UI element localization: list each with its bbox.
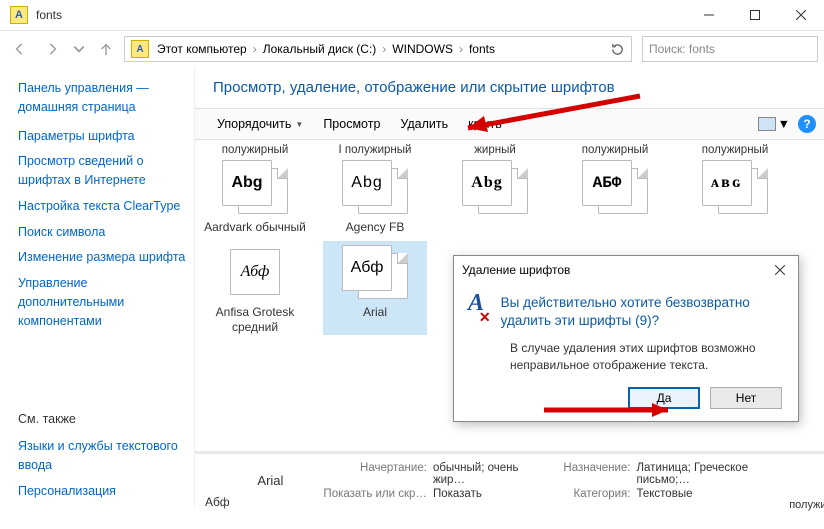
chevron-right-icon: › [457,42,465,56]
sidebar-link[interactable]: Параметры шрифта [18,127,192,146]
sidebar-home-link[interactable]: Панель управления — домашняя страница [18,79,192,117]
chevron-down-icon: ▼ [295,120,303,129]
view-icon [758,117,776,131]
font-name: Arial [323,305,427,320]
details-thumb: Абф [205,461,247,501]
address-bar[interactable]: A Этот компьютер› Локальный диск (C:)› W… [124,36,632,62]
view-button[interactable]: Просмотр [313,109,390,139]
variant-label: I полужирный [323,144,427,156]
details-label: Показать или скр… [323,488,427,500]
search-input[interactable]: Поиск: fonts [642,36,818,62]
toolbar: Упорядочить▼ Просмотр Удалить крыть ▼ ? [195,108,824,140]
no-button[interactable]: Нет [710,387,782,409]
nav-forward-button[interactable] [38,35,66,63]
search-placeholder: Поиск: fonts [649,42,715,56]
nav-row: A Этот компьютер› Локальный диск (C:)› W… [0,31,824,67]
font-item[interactable]: Абф [222,245,288,299]
yes-button[interactable]: Да [628,387,700,409]
close-button[interactable] [778,0,824,30]
dialog-note: В случае удаления этих шрифтов возможно … [510,340,784,372]
refresh-button[interactable] [605,43,629,56]
folder-icon: A [131,40,149,58]
breadcrumb[interactable]: Локальный диск (C:) [259,42,381,56]
confirm-dialog: Удаление шрифтов A✕ Вы действительно хот… [453,255,799,422]
dialog-message: Вы действительно хотите безвозвратно уда… [501,294,784,330]
nav-history-button[interactable] [70,35,88,63]
sidebar-link[interactable]: Управление дополнительными компонентами [18,274,192,330]
details-label: Категория: [563,488,630,500]
details-value: Показать [433,488,545,500]
font-name: Agency FB [323,220,427,235]
organize-button[interactable]: Упорядочить▼ [207,109,313,139]
details-value: Текстовые [636,488,796,500]
variant-label: полужирный [683,144,787,156]
sidebar-link[interactable]: Просмотр сведений о шрифтах в Интернете [18,152,192,190]
details-label: Начертание: [323,462,427,486]
nav-up-button[interactable] [92,35,120,63]
details-name: Arial [257,473,309,488]
window-title: fonts [36,8,686,22]
font-item[interactable]: Abg [222,160,288,214]
dialog-titlebar: Удаление шрифтов [454,256,798,284]
sidebar: Панель управления — домашняя страница Па… [0,67,194,507]
app-icon: A [10,6,28,24]
font-item[interactable]: АБФ [582,160,648,214]
chevron-right-icon: › [380,42,388,56]
font-item[interactable]: Abg [462,160,528,214]
variant-label: полужирный [203,144,307,156]
font-item-selected[interactable]: Абф Arial [323,241,427,335]
sidebar-link[interactable]: Изменение размера шрифта [18,248,192,267]
minimize-button[interactable] [686,0,732,30]
view-mode-button[interactable]: ▼ [758,117,790,131]
nav-back-button[interactable] [6,35,34,63]
font-name: Aardvark обычный [203,220,307,235]
chevron-down-icon: ▼ [778,117,790,131]
chevron-right-icon: › [251,42,259,56]
details-value: обычный; очень жир… [433,462,545,486]
see-also-header: См. также [18,410,192,429]
dialog-title: Удаление шрифтов [462,263,770,277]
window-titlebar: A fonts [0,0,824,31]
font-name: Anfisa Grotesk средний [203,305,307,335]
sidebar-link[interactable]: Языки и службы текстового ввода [18,437,192,475]
sidebar-link[interactable]: Персонализация [18,482,192,501]
help-button[interactable]: ? [798,115,816,133]
details-value: Латиница; Греческое письмо;… [636,462,796,486]
dialog-close-button[interactable] [770,260,790,280]
variant-label: полужирный [563,144,667,156]
sidebar-link[interactable]: Поиск символа [18,223,192,242]
warning-icon: A✕ [468,294,489,324]
variant-label: жирный [443,144,547,156]
maximize-button[interactable] [732,0,778,30]
font-item[interactable]: ᴀʙɢ [702,160,768,214]
breadcrumb[interactable]: fonts [465,42,499,56]
variant-label: полужирный [648,499,824,509]
font-item[interactable]: Abg [342,160,408,214]
breadcrumb[interactable]: WINDOWS [388,42,457,56]
details-label: Назначение: [563,462,630,486]
sidebar-link[interactable]: Настройка текста ClearType [18,197,192,216]
breadcrumb[interactable]: Этот компьютер [153,42,251,56]
delete-button[interactable]: Удалить [390,109,458,139]
hide-button[interactable]: крыть [458,109,512,139]
page-title: Просмотр, удаление, отображение или скры… [195,67,824,108]
